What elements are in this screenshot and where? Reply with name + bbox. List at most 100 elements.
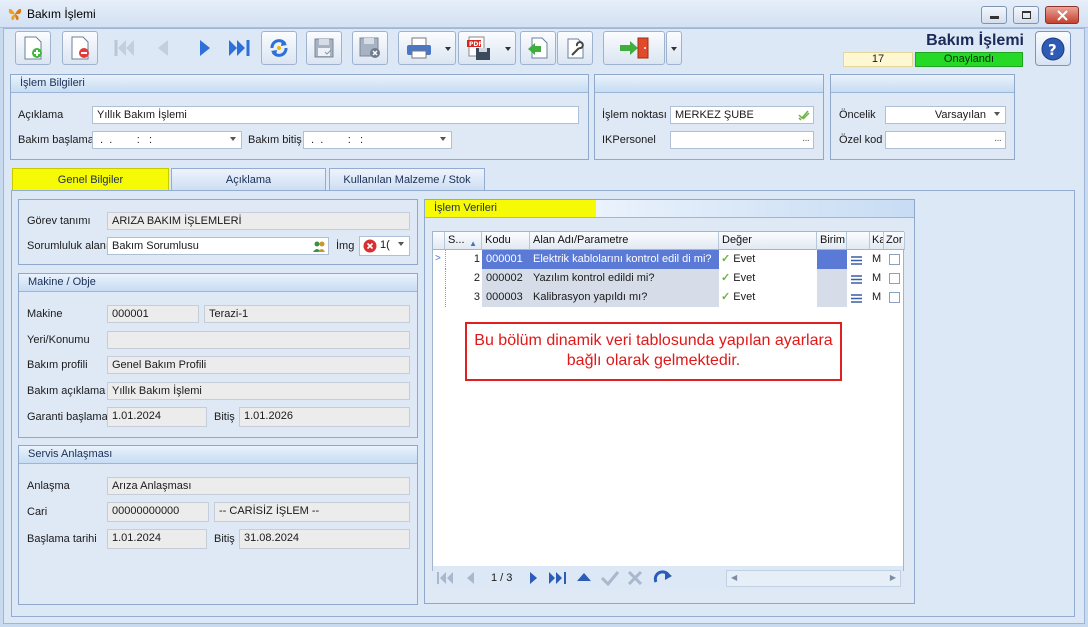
column-header-zor[interactable]: Zor [884, 232, 905, 250]
previous-page-icon[interactable] [465, 572, 475, 584]
sorumluluk-field[interactable]: Bakım Sorumlusu [107, 237, 329, 255]
horizontal-scrollbar[interactable]: ◀ ▶ [726, 570, 901, 587]
next-record-button[interactable] [190, 31, 220, 65]
tab-kullanilan-malzeme[interactable]: Kullanılan Malzeme / Stok [329, 168, 485, 190]
ik-personel-field[interactable]: ··· [670, 131, 814, 149]
cell-deger[interactable]: ✓ Evet [719, 269, 817, 288]
refresh-grid-icon[interactable] [653, 570, 673, 586]
column-header-sira[interactable]: S... ▲ [445, 232, 482, 250]
cancel-edit-icon[interactable] [627, 571, 643, 585]
cancel-save-button[interactable] [352, 31, 388, 65]
baslama-tarihi-field: 1.01.2024 [107, 529, 207, 549]
last-record-button[interactable] [224, 31, 254, 65]
aciklama-label: Açıklama [18, 109, 64, 121]
previous-record-button[interactable] [148, 31, 178, 65]
print-button[interactable] [398, 31, 456, 65]
zorunlu-checkbox[interactable] [889, 254, 900, 265]
next-page-icon[interactable] [529, 572, 539, 584]
column-header-deger[interactable]: Değer [719, 232, 817, 250]
oncelik-group: Öncelik Varsayılan Özel kod ··· [830, 74, 1015, 160]
bakim-baslama-field[interactable]: . . : : [92, 131, 242, 149]
column-header-alan-adi[interactable]: Alan Adı/Parametre [530, 232, 719, 250]
img-label: İmg [336, 240, 355, 252]
garanti-bitis-label: Bitiş [214, 411, 235, 423]
ik-personel-label: IKPersonel [602, 134, 656, 146]
column-header-ka[interactable]: Ka [870, 232, 884, 250]
cell-alan-adi: Yazılım kontrol edildi mi? [533, 272, 655, 284]
settings-button[interactable] [557, 31, 593, 65]
oncelik-select[interactable]: Varsayılan [885, 106, 1006, 124]
islem-noktasi-field[interactable]: MERKEZ ŞUBE [670, 106, 814, 124]
title-bar [0, 0, 1088, 28]
ellipsis-icon[interactable]: ··· [802, 133, 810, 148]
maximize-button[interactable] [1013, 6, 1039, 24]
cell-ka: M [872, 272, 882, 284]
post-edit-check-icon[interactable] [600, 570, 620, 586]
first-record-button[interactable] [110, 31, 140, 65]
scroll-right-icon[interactable]: ▶ [890, 573, 896, 582]
list-lines-icon[interactable] [851, 256, 862, 265]
first-page-icon[interactable] [437, 572, 455, 584]
pdf-dropdown-icon[interactable] [505, 47, 511, 51]
new-record-button[interactable] [15, 31, 51, 65]
users-icon[interactable] [312, 239, 326, 253]
islem-bilgileri-group: İşlem Bilgileri Açıklama Yıllık Bakım İş… [10, 74, 589, 160]
makine-group: Makine / Obje Makine 000001 Terazi-1 Yer… [18, 273, 418, 438]
cell-deger[interactable]: ✓ Evet [719, 288, 817, 307]
ozel-kod-field[interactable]: ··· [885, 131, 1006, 149]
bakim-bitis-field[interactable]: . . : : [303, 131, 452, 149]
tab-genel-bilgiler[interactable]: Genel Bilgiler [12, 168, 169, 190]
print-icon [407, 37, 431, 59]
zorunlu-checkbox[interactable] [889, 292, 900, 303]
cancel-save-icon [359, 37, 380, 58]
save-button[interactable] [306, 31, 342, 65]
list-lines-icon[interactable] [851, 294, 862, 303]
next-record-icon [200, 40, 210, 56]
delete-record-button[interactable] [62, 31, 98, 65]
column-header-birim[interactable]: Birim [817, 232, 847, 250]
help-button[interactable]: ? [1035, 31, 1071, 66]
scroll-left-icon[interactable]: ◀ [731, 573, 737, 582]
sorumluluk-label: Sorumluluk alanı [27, 240, 109, 252]
row-pointer-icon: > [435, 253, 441, 264]
cell-deger[interactable]: ✓ Evet [719, 250, 817, 269]
wrench-settings-icon [567, 38, 584, 59]
cell-sira: 1 [445, 250, 482, 269]
minimize-button[interactable] [981, 6, 1007, 24]
first-record-icon [114, 40, 134, 56]
tab-aciklama[interactable]: Açıklama [171, 168, 326, 190]
oncelik-value: Varsayılan [934, 109, 986, 121]
islem-noktasi-label: İşlem noktası [602, 109, 667, 121]
column-header-kodu[interactable]: Kodu [482, 232, 530, 250]
close-button[interactable] [1045, 6, 1079, 24]
zorunlu-checkbox[interactable] [889, 273, 900, 284]
exit-button[interactable] [603, 31, 665, 65]
garanti-baslama-label: Garanti başlama [27, 411, 108, 423]
img-select[interactable]: 1( [359, 236, 410, 256]
import-button[interactable] [520, 31, 556, 65]
grid-indicator-header [433, 232, 445, 250]
cell-deger-value: Evet [733, 253, 756, 265]
pdf-export-button[interactable]: PDF [458, 31, 516, 65]
last-page-icon[interactable] [548, 572, 568, 584]
chevron-down-icon [994, 112, 1000, 116]
aciklama-field[interactable]: Yıllık Bakım İşlemi [92, 106, 579, 124]
exit-dropdown-button[interactable] [666, 31, 682, 65]
gorev-group: Görev tanımı ARIZA BAKIM İŞLEMLERİ Sorum… [18, 199, 418, 265]
refresh-button[interactable] [261, 31, 297, 65]
help-icon: ? [1041, 37, 1065, 61]
ozel-kod-label: Özel kod [839, 134, 883, 146]
cell-kodu: 000003 [486, 291, 523, 303]
print-dropdown-icon[interactable] [445, 47, 451, 51]
bakim-aciklama-field: Yıllık Bakım İşlemi [107, 382, 410, 400]
cell-ka: M [872, 291, 882, 303]
ellipsis-icon[interactable]: ··· [994, 133, 1002, 148]
dynamic-table-note: Bu bölüm dinamik veri tablosunda yapılan… [465, 322, 842, 381]
oncelik-header [831, 75, 1014, 93]
insert-row-icon[interactable] [577, 572, 591, 582]
column-header-empty[interactable] [847, 232, 870, 250]
double-check-icon[interactable] [798, 109, 810, 121]
servis-title: Servis Anlaşması [19, 446, 417, 464]
islem-verileri-title: İşlem Verileri [425, 200, 914, 218]
list-lines-icon[interactable] [851, 275, 862, 284]
